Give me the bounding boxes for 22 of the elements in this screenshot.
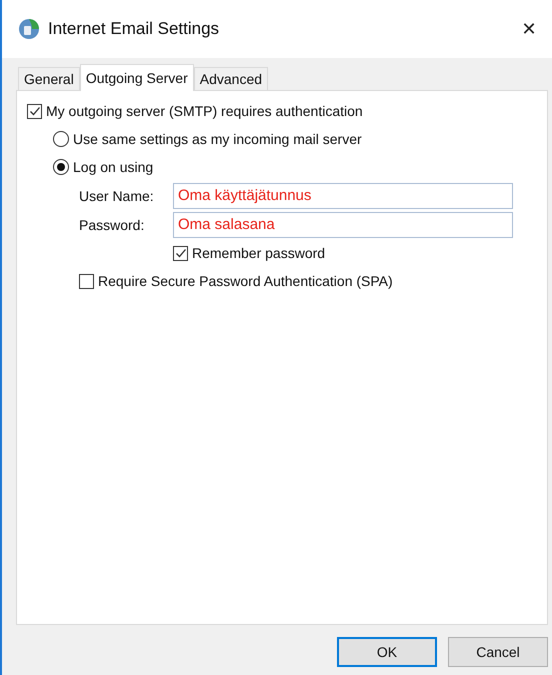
checkbox[interactable]: [79, 274, 94, 288]
checkbox-label: My outgoing server (SMTP) requires authentication: [46, 103, 363, 119]
cancel-button[interactable]: Cancel: [448, 637, 548, 667]
ok-button[interactable]: OK: [337, 637, 437, 667]
close-button[interactable]: ✕: [506, 9, 552, 49]
radio-label: Use same settings as my incoming mail server: [73, 131, 362, 147]
checkbox[interactable]: [173, 246, 188, 260]
radio-label: Log on using: [73, 159, 154, 175]
radio-button[interactable]: [53, 159, 69, 175]
checkbox-label: Require Secure Password Authentication (SPA): [98, 273, 393, 289]
tab[interactable]: General: [18, 67, 80, 90]
field-label: User Name:: [79, 188, 155, 204]
radio-button[interactable]: [53, 131, 69, 147]
window-title: Internet Email Settings: [48, 19, 220, 39]
input-field[interactable]: Oma käyttäjätunnus: [173, 182, 513, 208]
input-field[interactable]: Oma salasana: [173, 212, 513, 238]
tab[interactable]: Outgoing Server: [80, 64, 194, 91]
globe-icon: [18, 18, 40, 40]
checkbox[interactable]: [27, 104, 42, 118]
field-label: Password:: [79, 216, 146, 232]
checkbox-label: Remember password: [192, 245, 326, 261]
tab[interactable]: Advanced: [194, 67, 268, 90]
